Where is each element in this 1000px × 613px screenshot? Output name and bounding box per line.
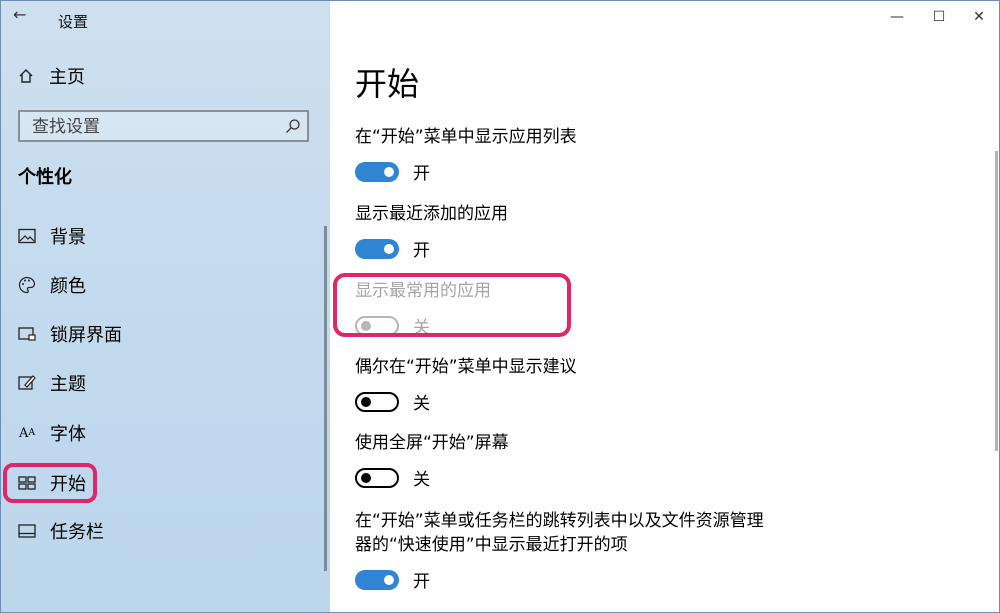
- lock-screen-icon: [17, 324, 37, 344]
- back-arrow-icon[interactable]: ←: [13, 5, 26, 24]
- main-content: — ☐ ✕ 开始 在“开始”菜单中显示应用列表 开 显示最近添加的应用 开 显示…: [330, 1, 999, 612]
- home-icon: [17, 67, 35, 85]
- search-icon[interactable]: [285, 118, 301, 134]
- picture-icon: [17, 226, 37, 246]
- sidebar-item-lock-screen[interactable]: 锁屏界面: [1, 312, 321, 356]
- toggle-state: 开: [413, 164, 430, 184]
- maximize-button[interactable]: ☐: [924, 6, 954, 28]
- setting-full-screen-start: 使用全屏“开始”屏幕 关: [355, 431, 509, 490]
- sidebar-scrollbar[interactable]: [324, 226, 327, 571]
- sidebar-item-home[interactable]: 主页: [17, 61, 85, 91]
- toggle-switch[interactable]: [355, 391, 399, 412]
- toggle-switch[interactable]: [355, 467, 399, 488]
- toggle-state: 关: [413, 394, 430, 414]
- sidebar: ← 设置 主页 个性化 背景 颜色: [1, 1, 330, 612]
- app-title: 设置: [58, 13, 89, 31]
- sidebar-item-background[interactable]: 背景: [1, 214, 321, 258]
- home-label: 主页: [49, 67, 85, 88]
- search-input[interactable]: [30, 112, 284, 142]
- sidebar-item-label: 背景: [50, 227, 86, 248]
- toggle-switch[interactable]: [355, 569, 399, 590]
- font-icon: AA: [19, 425, 35, 441]
- palette-icon: [17, 275, 37, 295]
- sidebar-item-themes[interactable]: 主题: [1, 361, 321, 405]
- sidebar-item-taskbar[interactable]: 任务栏: [1, 509, 321, 553]
- toggle-state: 开: [413, 572, 430, 592]
- setting-label-line2: 器的“快速使用”中显示最近打开的项: [355, 535, 628, 555]
- sidebar-item-fonts[interactable]: AA 字体: [1, 411, 321, 455]
- setting-label: 使用全屏“开始”屏幕: [355, 433, 509, 453]
- annotation-highlight: [333, 273, 571, 337]
- sidebar-item-label: 颜色: [50, 276, 86, 297]
- setting-label: 显示最近添加的应用: [355, 204, 508, 224]
- setting-recently-added: 显示最近添加的应用 开: [355, 202, 508, 261]
- close-button[interactable]: ✕: [964, 6, 994, 28]
- sidebar-item-label: 锁屏界面: [50, 325, 122, 346]
- taskbar-icon: [17, 521, 37, 541]
- page-title: 开始: [355, 65, 420, 103]
- setting-label-line1: 在“开始”菜单或任务栏的跳转列表中以及文件资源管理: [355, 511, 764, 531]
- toggle-switch[interactable]: [355, 161, 399, 182]
- toggle-switch[interactable]: [355, 238, 399, 259]
- selection-highlight: [3, 463, 97, 503]
- setting-label: 偶尔在“开始”菜单中显示建议: [355, 357, 577, 377]
- sidebar-item-label: 字体: [50, 424, 86, 445]
- main-scrollbar[interactable]: [995, 151, 998, 451]
- search-box[interactable]: [18, 110, 309, 142]
- setting-show-app-list: 在“开始”菜单中显示应用列表 开: [355, 125, 577, 184]
- settings-window: ← 设置 主页 个性化 背景 颜色: [0, 0, 1000, 613]
- theme-icon: [17, 373, 37, 393]
- section-title: 个性化: [18, 167, 72, 188]
- sidebar-item-label: 主题: [50, 374, 86, 395]
- setting-label: 在“开始”菜单中显示应用列表: [355, 127, 577, 147]
- toggle-state: 关: [413, 470, 430, 490]
- sidebar-item-colors[interactable]: 颜色: [1, 263, 321, 307]
- toggle-state: 开: [413, 241, 430, 261]
- sidebar-item-label: 任务栏: [50, 522, 104, 543]
- setting-suggestions: 偶尔在“开始”菜单中显示建议 关: [355, 355, 577, 414]
- minimize-button[interactable]: —: [882, 6, 912, 28]
- setting-recently-opened-items: 在“开始”菜单或任务栏的跳转列表中以及文件资源管理 器的“快速使用”中显示最近打…: [355, 509, 764, 592]
